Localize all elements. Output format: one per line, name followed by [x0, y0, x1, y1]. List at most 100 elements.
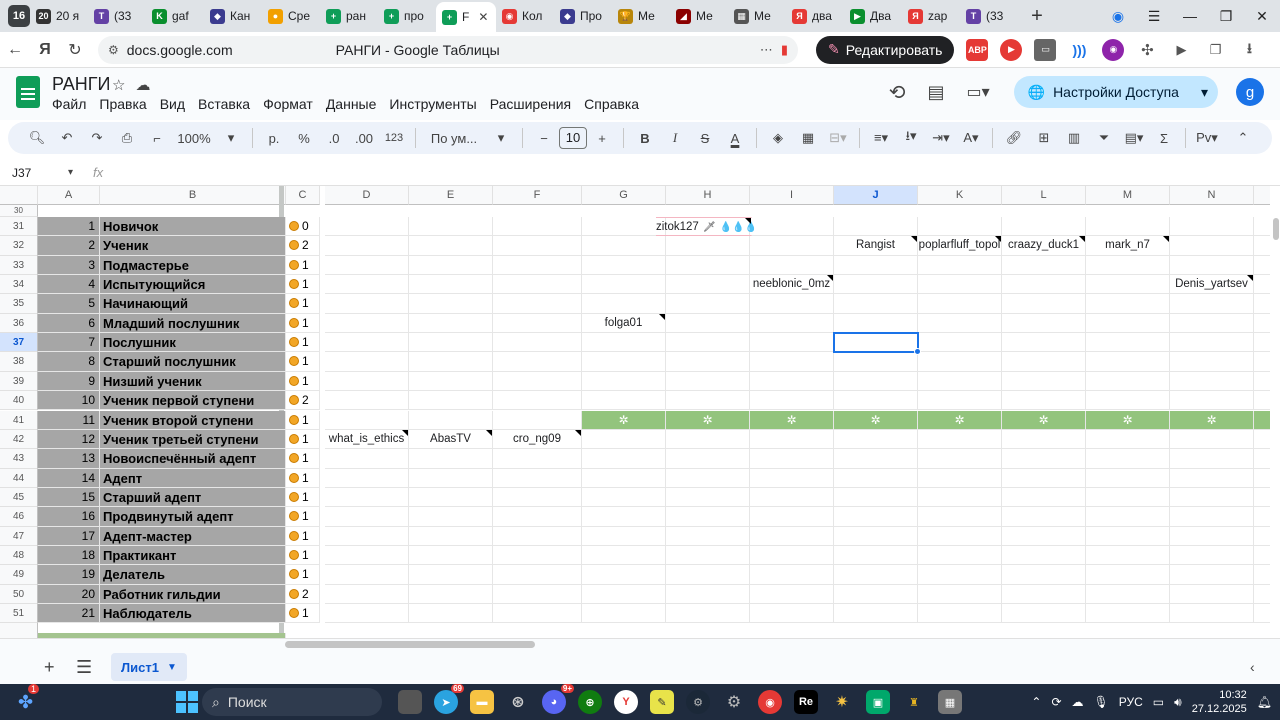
cell-g51[interactable]	[582, 604, 666, 624]
cell-m51[interactable]	[1086, 604, 1170, 624]
menu-item[interactable]: Правка	[99, 96, 146, 112]
cell-n45[interactable]	[1170, 487, 1254, 508]
cell-j33[interactable]	[834, 255, 918, 276]
menu-item[interactable]: Формат	[263, 96, 313, 112]
paint-format-icon[interactable]: ⌐	[144, 131, 170, 146]
vertical-scroll-thumb[interactable]	[1273, 218, 1279, 240]
row-header[interactable]: 35	[0, 294, 38, 314]
cell-e45[interactable]	[409, 487, 493, 508]
cell-f35[interactable]	[493, 294, 582, 314]
cell-n37[interactable]	[1170, 333, 1254, 353]
vertical-scrollbar[interactable]	[1271, 186, 1280, 638]
share-dropdown-icon[interactable]: ▾	[1201, 84, 1208, 101]
rank-number[interactable]: 14	[38, 468, 100, 488]
cell-f45[interactable]	[493, 487, 582, 508]
cell-k47[interactable]	[918, 526, 1002, 546]
wave-extension-icon[interactable]: )))	[1068, 39, 1090, 61]
cell-h41[interactable]: ✲	[666, 410, 750, 430]
cell-o47[interactable]	[1254, 527, 1270, 546]
cell-l44[interactable]	[1002, 468, 1086, 488]
cell-o43[interactable]	[1254, 449, 1270, 469]
browser-tab[interactable]: ◆ Кан	[204, 0, 262, 32]
rank-number[interactable]: 7	[38, 333, 100, 353]
rank-count-cell[interactable]: 0	[286, 217, 320, 237]
url-field[interactable]: ⚙ docs.google.com РАНГИ - Google Таблицы…	[98, 35, 798, 64]
cell-k38[interactable]	[918, 352, 1002, 372]
user-name-cell[interactable]: mark_n7	[1086, 236, 1170, 256]
column-header-l[interactable]: L	[1002, 186, 1086, 205]
cell-g40[interactable]	[582, 391, 666, 411]
cell-h51[interactable]	[666, 604, 750, 624]
font-chevron-down-icon[interactable]: ▾	[488, 130, 514, 146]
cell-i51[interactable]	[750, 604, 834, 624]
cell-o46[interactable]	[1254, 507, 1270, 527]
cell-j48[interactable]	[834, 545, 918, 566]
cell-e43[interactable]	[409, 449, 493, 469]
cell-e47[interactable]	[409, 526, 493, 546]
cell-o51[interactable]	[1254, 604, 1270, 624]
add-sheet-button[interactable]: +	[44, 657, 55, 678]
cell-l38[interactable]	[1002, 352, 1086, 372]
rank-name[interactable]: Младший послушник	[100, 313, 286, 334]
cell-f41[interactable]	[493, 410, 582, 430]
cell-l50[interactable]	[1002, 584, 1086, 604]
cell-m31[interactable]	[1086, 217, 1170, 237]
strikethrough-button[interactable]: S	[692, 131, 718, 146]
cell-l49[interactable]	[1002, 565, 1086, 585]
cell-g41[interactable]: ✲	[582, 410, 666, 430]
redo-icon[interactable]: ↷	[84, 130, 110, 146]
cell-d45[interactable]	[325, 487, 409, 508]
cell-j43[interactable]	[834, 449, 918, 469]
row-header[interactable]: 34	[0, 275, 38, 295]
cell-h32[interactable]	[666, 236, 750, 256]
user-name-cell[interactable]: Rangist	[834, 236, 918, 256]
minimize-button[interactable]: —	[1172, 8, 1208, 24]
rank-number[interactable]: 12	[38, 429, 100, 450]
meet-icon[interactable]: ▭▾	[966, 82, 989, 102]
cell-h50[interactable]	[666, 584, 750, 604]
cell-j46[interactable]	[834, 507, 918, 527]
cell-n35[interactable]	[1170, 294, 1254, 314]
sheet-tab-list1[interactable]: Лист1 ▼	[111, 653, 187, 681]
cell-m37[interactable]	[1086, 333, 1170, 353]
rank-number[interactable]: 16	[38, 507, 100, 527]
cell-n43[interactable]	[1170, 449, 1254, 469]
cell-f33[interactable]	[493, 255, 582, 276]
cell-o45[interactable]	[1254, 488, 1270, 508]
cell-e37[interactable]	[409, 333, 493, 353]
user-name-cell[interactable]: folga01	[582, 313, 666, 334]
cell-m45[interactable]	[1086, 487, 1170, 508]
cell-o38[interactable]	[1254, 352, 1270, 372]
cell-m47[interactable]	[1086, 526, 1170, 546]
onedrive-icon[interactable]: ☁	[1072, 695, 1084, 709]
cell-d37[interactable]	[325, 333, 409, 353]
column-header-f[interactable]: F	[493, 186, 582, 205]
cell-d35[interactable]	[325, 294, 409, 314]
row-header[interactable]: 50	[0, 584, 38, 604]
percent-format-button[interactable]: %	[291, 131, 317, 146]
maximize-button[interactable]: ❐	[1208, 8, 1244, 25]
cell-h47[interactable]	[666, 526, 750, 546]
menu-item[interactable]: Вставка	[198, 96, 250, 112]
extensions-puzzle-icon[interactable]: ✣	[1136, 39, 1158, 61]
cell-i37[interactable]	[750, 333, 834, 353]
rank-number[interactable]: 6	[38, 313, 100, 334]
cell-k49[interactable]	[918, 565, 1002, 585]
column-header-o[interactable]: O	[1254, 186, 1270, 205]
rank-count-cell[interactable]: 1	[286, 352, 320, 372]
cell-n41[interactable]: ✲	[1170, 410, 1254, 430]
column-header-j[interactable]: J	[834, 186, 918, 205]
cell-j40[interactable]	[834, 391, 918, 411]
browser-tab[interactable]: 🏆 Ме	[612, 0, 670, 32]
rank-count-cell[interactable]: 1	[286, 565, 320, 585]
cell-g33[interactable]	[582, 255, 666, 276]
cell-f32[interactable]	[493, 236, 582, 256]
rank-name[interactable]: Подмастерье	[100, 255, 286, 276]
rank-count-cell[interactable]: 1	[286, 526, 320, 546]
cell-e33[interactable]	[409, 255, 493, 276]
cell-m38[interactable]	[1086, 352, 1170, 372]
cell-h33[interactable]	[666, 255, 750, 276]
cell-l39[interactable]	[1002, 371, 1086, 392]
cell-i40[interactable]	[750, 391, 834, 411]
increase-decimal-button[interactable]: .00	[351, 131, 377, 146]
